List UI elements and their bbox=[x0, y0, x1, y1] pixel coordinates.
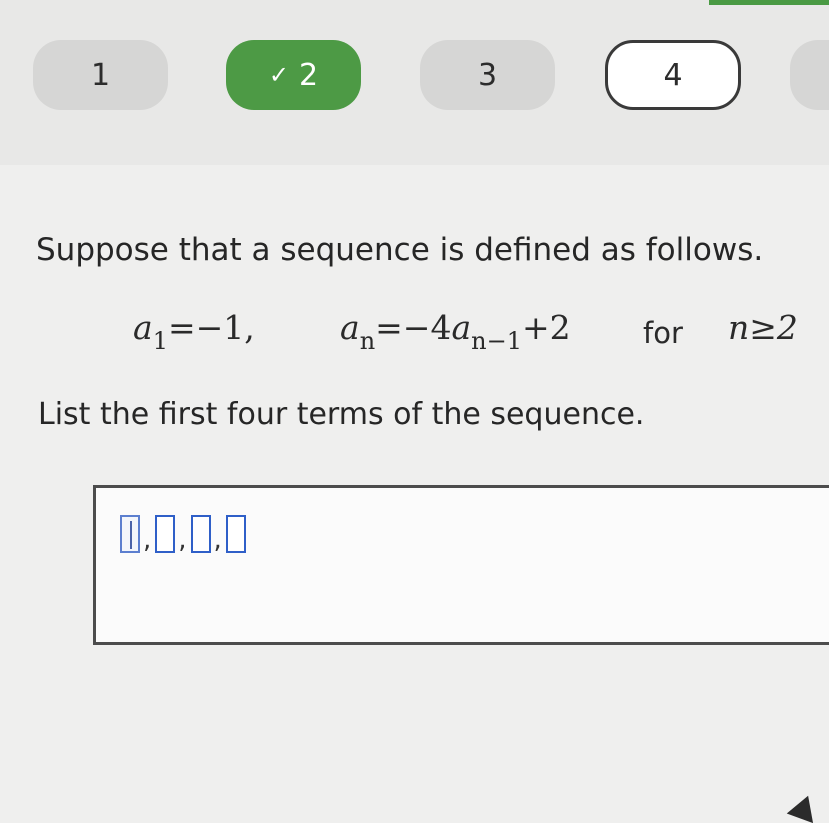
an-subscript: n bbox=[359, 327, 376, 355]
question-2-button[interactable]: ✓ 2 bbox=[226, 40, 361, 110]
slot-separator: , bbox=[178, 525, 187, 555]
an-prev-variable: a bbox=[451, 308, 472, 347]
answer-box[interactable] bbox=[93, 485, 829, 645]
question-prompt: Suppose that a sequence is defined as fo… bbox=[36, 232, 764, 268]
question-3-button[interactable]: 3 bbox=[420, 40, 555, 110]
question-5-button[interactable] bbox=[790, 40, 829, 110]
a1-variable: a bbox=[133, 308, 153, 347]
an-variable: a bbox=[340, 308, 360, 347]
question-1-label: 1 bbox=[90, 57, 111, 93]
question-instruction: List the first four terms of the sequenc… bbox=[38, 397, 645, 432]
answer-slots: , , , bbox=[120, 515, 246, 553]
question-3-label: 3 bbox=[477, 57, 498, 93]
a1-subscript: 1 bbox=[152, 327, 168, 355]
answer-slot-2[interactable] bbox=[155, 515, 176, 553]
check-icon: ✓ bbox=[268, 61, 289, 89]
formula-condition: n≥2 bbox=[728, 308, 798, 347]
a1-value: =−1, bbox=[167, 308, 255, 347]
an-tail: +2 bbox=[521, 308, 571, 347]
top-accent-bar bbox=[709, 0, 829, 5]
an-prev-subscript: n−1 bbox=[471, 327, 522, 355]
mouse-cursor-icon bbox=[786, 790, 822, 823]
question-4-label: 4 bbox=[663, 57, 683, 93]
an-equals: =−4 bbox=[375, 308, 452, 347]
question-2-label: 2 bbox=[299, 57, 319, 93]
formula-for-word: for bbox=[643, 316, 683, 350]
question-4-button[interactable]: 4 bbox=[605, 40, 741, 110]
answer-slot-4[interactable] bbox=[225, 515, 246, 553]
answer-slot-3[interactable] bbox=[190, 515, 211, 553]
answer-slot-1[interactable] bbox=[120, 515, 140, 553]
formula-initial-term: a1=−1, bbox=[133, 308, 255, 355]
slot-separator: , bbox=[143, 525, 152, 555]
slot-separator: , bbox=[213, 525, 222, 555]
question-1-button[interactable]: 1 bbox=[33, 40, 168, 110]
formula-recursive-rule: an=−4an−1+2 bbox=[340, 308, 571, 355]
